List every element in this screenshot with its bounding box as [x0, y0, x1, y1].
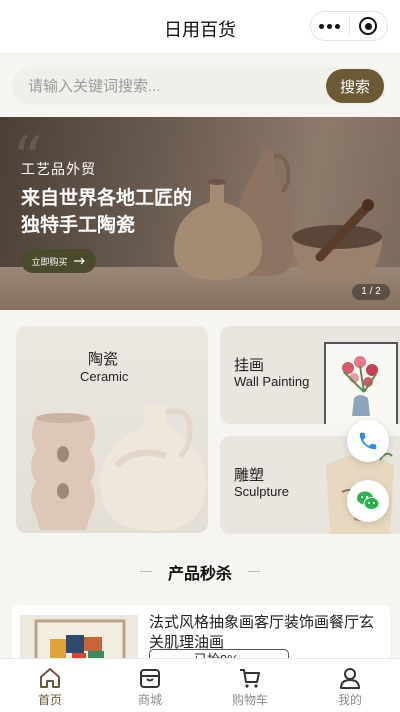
user-icon	[340, 668, 360, 689]
flash-sale-section-title: 产品秒杀	[0, 560, 400, 584]
wechat-icon	[357, 491, 380, 510]
tab-cart-label: 购物车	[231, 693, 268, 707]
phone-icon	[359, 432, 377, 450]
category-wall-painting-en: Wall Painting	[234, 374, 310, 389]
bottom-tab-bar: 首页 商城 购物车 我的	[0, 658, 400, 712]
tab-home-label: 首页	[37, 693, 62, 707]
category-sculpture-cn: 雕塑	[234, 467, 265, 484]
mini-program-capsule	[310, 11, 388, 41]
carousel-page-indicator: 1 / 2	[352, 284, 390, 300]
category-wall-painting-cn: 挂画	[234, 357, 265, 374]
buy-now-label: 立即购买	[31, 256, 68, 267]
wechat-contact-button[interactable]	[347, 480, 389, 522]
more-menu-icon[interactable]	[311, 23, 349, 29]
tab-home[interactable]: 首页	[0, 659, 100, 712]
arrow-right-icon	[73, 257, 85, 265]
search-button[interactable]: 搜索	[326, 69, 384, 103]
category-sculpture-en: Sculpture	[234, 484, 289, 499]
search-bar: 搜索	[12, 67, 386, 105]
close-icon[interactable]	[349, 17, 387, 35]
banner-headline-line2: 独特手工陶瓷	[21, 214, 136, 236]
flower-painting-image	[324, 342, 398, 424]
home-icon	[40, 668, 60, 688]
nav-header: 日用百货	[0, 0, 400, 54]
ceramic-vases-image	[31, 404, 207, 531]
buy-now-button[interactable]: 立即购买	[21, 249, 96, 273]
flash-sale-title: 产品秒杀	[167, 566, 232, 583]
category-card-ceramic[interactable]: 陶瓷 Ceramic	[16, 326, 208, 533]
tab-profile[interactable]: 我的	[300, 659, 400, 712]
product-name: 法式风格抽象画客厅装饰画餐厅玄关肌理油画	[149, 614, 375, 651]
cart-icon	[240, 669, 260, 688]
store-icon	[140, 669, 160, 688]
banner-headline: 来自世界各地工匠的 独特手工陶瓷	[21, 185, 211, 239]
tab-store[interactable]: 商城	[100, 659, 200, 712]
phone-contact-button[interactable]	[347, 420, 389, 462]
tab-cart[interactable]: 购物车	[200, 659, 300, 712]
tab-store-label: 商城	[137, 693, 162, 707]
banner-kicker: 工艺品外贸	[21, 162, 96, 178]
title-right-line	[248, 571, 260, 572]
title-left-line	[140, 571, 152, 572]
banner-headline-line1: 来自世界各地工匠的	[21, 187, 193, 209]
banner-carousel[interactable]: “ 工艺品外贸 来自世界各地工匠的 独特手工陶瓷 立即购买 1 / 2	[0, 117, 400, 310]
tab-profile-label: 我的	[337, 693, 362, 707]
search-input[interactable]	[28, 67, 328, 105]
category-card-wall-painting[interactable]: 挂画 Wall Painting	[220, 326, 400, 424]
